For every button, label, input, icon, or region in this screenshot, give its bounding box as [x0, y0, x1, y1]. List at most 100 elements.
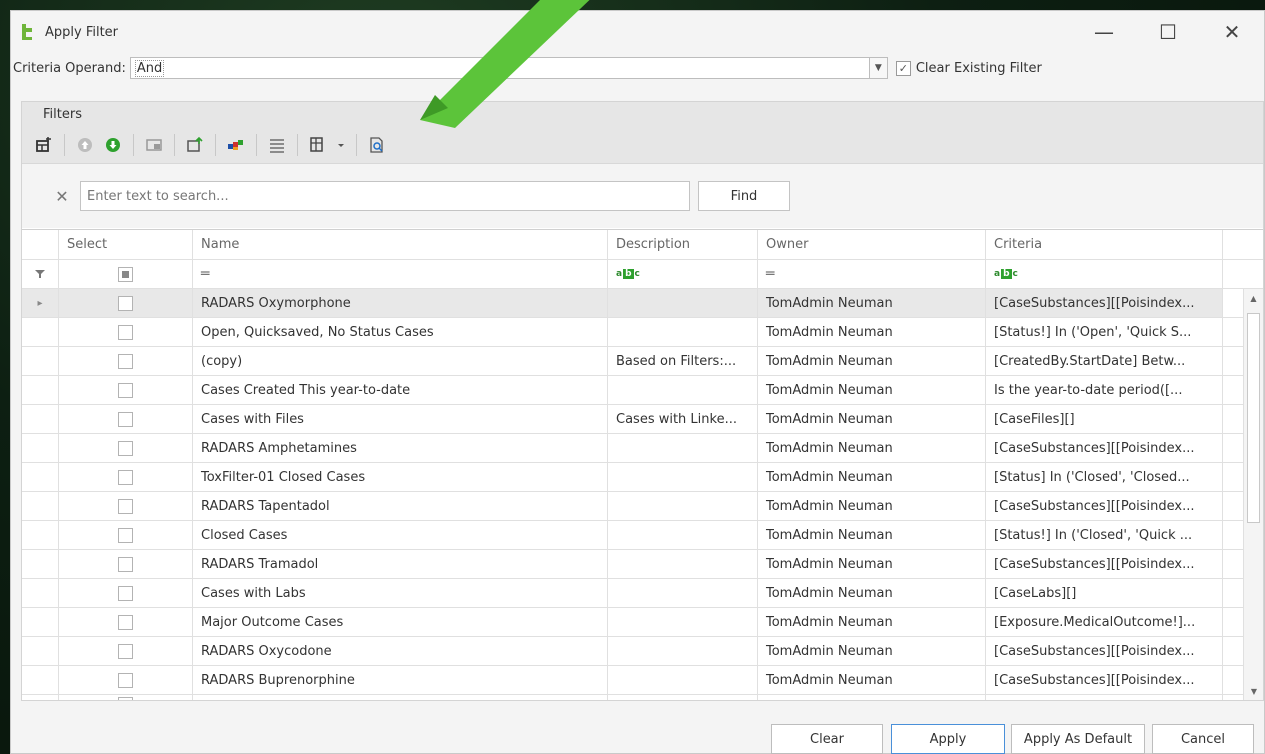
name-filter-cell[interactable]: ═ — [193, 260, 608, 288]
table-row[interactable]: RADARS Tapentadol TomAdmin Neuman [CaseSub… — [22, 492, 1263, 521]
criteria-operand-select[interactable]: And — [129, 57, 870, 79]
row-checkbox[interactable] — [118, 527, 133, 543]
owner-cell: TomAdmin Neuman — [758, 550, 986, 578]
row-checkbox[interactable] — [118, 697, 133, 700]
row-select-cell[interactable] — [59, 318, 193, 346]
clear-existing-filter-checkbox[interactable]: ✓ Clear Existing Filter — [895, 60, 1042, 76]
row-checkbox[interactable] — [118, 324, 133, 340]
row-checkbox[interactable] — [118, 585, 133, 601]
minimize-icon[interactable]: — — [1072, 11, 1136, 53]
row-select-cell[interactable] — [59, 463, 193, 491]
layout-icon[interactable] — [304, 131, 332, 159]
description-filter-cell[interactable]: abc — [608, 260, 758, 288]
row-select-cell[interactable] — [59, 608, 193, 636]
row-select-cell[interactable] — [59, 434, 193, 462]
search-input[interactable] — [80, 181, 690, 211]
row-select-cell[interactable] — [59, 521, 193, 549]
table-row[interactable]: RADARS Oxycodone TomAdmin Neuman [CaseSubs… — [22, 637, 1263, 666]
row-checkbox[interactable] — [118, 440, 133, 456]
table-row[interactable]: Open, Quicksaved, No Status Cases TomAdmi… — [22, 318, 1263, 347]
table-row[interactable]: Cases with Files Cases with Linke... TomAd… — [22, 405, 1263, 434]
chevron-down-icon[interactable]: ▼ — [869, 57, 888, 79]
description-cell — [608, 550, 758, 578]
table-row[interactable]: Cases with Labs TomAdmin Neuman [CaseLabs]… — [22, 579, 1263, 608]
column-header-owner[interactable]: Owner — [758, 230, 986, 259]
row-select-cell[interactable] — [59, 637, 193, 665]
table-row[interactable]: RADARS Amphetamines TomAdmin Neuman [CaseS… — [22, 434, 1263, 463]
row-checkbox[interactable] — [118, 614, 133, 630]
vertical-scrollbar[interactable]: ▲ ▼ — [1243, 289, 1263, 700]
cancel-button[interactable]: Cancel — [1152, 724, 1254, 754]
column-header-select[interactable]: Select — [59, 230, 193, 259]
table-row[interactable]: RADARS Buprenorphine TomAdmin Neuman [Case… — [22, 666, 1263, 695]
row-select-cell[interactable] — [59, 376, 193, 404]
table-row[interactable]: ▸ RADARS Oxymorphone TomAdmin Neuman [CaseS… — [22, 289, 1263, 318]
criteria-cell: [Status!] In ('Open', 'Quick S... — [986, 318, 1223, 346]
description-cell — [608, 434, 758, 462]
apply-as-default-button[interactable]: Apply As Default — [1011, 724, 1145, 754]
row-checkbox[interactable] — [118, 411, 133, 427]
maximize-icon[interactable]: ☐ — [1136, 11, 1200, 53]
indeterminate-checkbox-icon[interactable] — [118, 266, 133, 282]
clear-search-icon[interactable]: ✕ — [52, 187, 72, 206]
criteria-cell: [CaseSubstances][[Poisindex... — [986, 434, 1223, 462]
row-checkbox[interactable] — [118, 382, 133, 398]
row-select-cell[interactable] — [59, 405, 193, 433]
scroll-thumb[interactable] — [1247, 313, 1260, 523]
table-row[interactable]: Major Outcome Cases TomAdmin Neuman [Expos… — [22, 608, 1263, 637]
move-down-icon[interactable] — [99, 131, 127, 159]
row-select-cell[interactable] — [59, 289, 193, 317]
table-row[interactable]: Cases Created This year-to-date TomAdmin … — [22, 376, 1263, 405]
description-cell — [608, 637, 758, 665]
preview-icon[interactable] — [363, 131, 391, 159]
row-select-cell[interactable] — [59, 347, 193, 375]
filter-spacer — [1223, 260, 1245, 288]
scroll-up-icon[interactable]: ▲ — [1244, 289, 1263, 307]
description-cell — [608, 608, 758, 636]
checkmark-icon: ✓ — [895, 60, 911, 76]
view-icon[interactable] — [140, 131, 168, 159]
apply-button[interactable]: Apply — [891, 724, 1005, 754]
table-row[interactable]: (copy) Based on Filters:... TomAdmin Neuma… — [22, 347, 1263, 376]
column-header-description[interactable]: Description — [608, 230, 758, 259]
add-filter-icon[interactable] — [30, 131, 58, 159]
close-icon[interactable]: ✕ — [1200, 11, 1264, 53]
row-checkbox[interactable] — [118, 498, 133, 514]
table-row[interactable]: RADARS Tramadol TomAdmin Neuman [CaseSubst… — [22, 550, 1263, 579]
move-up-icon[interactable] — [71, 131, 99, 159]
name-cell: Major Outcome Cases — [193, 608, 608, 636]
owner-cell: TomAdmin Neuman — [758, 318, 986, 346]
table-row[interactable]: ToxFilter-01 Closed Cases TomAdmin Neuman… — [22, 463, 1263, 492]
scroll-down-icon[interactable]: ▼ — [1244, 682, 1263, 700]
export-icon[interactable] — [181, 131, 209, 159]
lines-icon[interactable] — [263, 131, 291, 159]
owner-filter-cell[interactable]: ═ — [758, 260, 986, 288]
row-checkbox[interactable] — [118, 469, 133, 485]
row-select-cell[interactable] — [59, 550, 193, 578]
dropdown-icon[interactable] — [332, 131, 350, 159]
row-checkbox[interactable] — [118, 353, 133, 369]
row-checkbox[interactable] — [118, 643, 133, 659]
row-select-cell[interactable] — [59, 695, 193, 700]
row-select-cell[interactable] — [59, 666, 193, 694]
clear-button[interactable]: Clear — [771, 724, 883, 754]
owner-cell: TomAdmin Neuman — [758, 637, 986, 665]
criteria-cell: [CaseFiles][] — [986, 405, 1223, 433]
select-filter-cell[interactable] — [59, 260, 193, 288]
row-checkbox[interactable] — [118, 672, 133, 688]
find-button[interactable]: Find — [698, 181, 790, 211]
name-cell: RADARS Tramadol — [193, 550, 608, 578]
description-cell — [608, 376, 758, 404]
column-header-criteria[interactable]: Criteria — [986, 230, 1223, 259]
column-header-name[interactable]: Name — [193, 230, 608, 259]
row-select-cell[interactable] — [59, 492, 193, 520]
owner-cell: TomAdmin Neuman — [758, 608, 986, 636]
row-checkbox[interactable] — [118, 295, 133, 311]
row-checkbox[interactable] — [118, 556, 133, 572]
criteria-cell: [CaseSubstances][[Poisindex... — [986, 492, 1223, 520]
row-select-cell[interactable] — [59, 579, 193, 607]
table-row[interactable]: Closed Cases TomAdmin Neuman [Status!] In … — [22, 521, 1263, 550]
criteria-operand-value: And — [134, 59, 165, 77]
criteria-filter-cell[interactable]: abc — [986, 260, 1223, 288]
color-icon[interactable] — [222, 131, 250, 159]
